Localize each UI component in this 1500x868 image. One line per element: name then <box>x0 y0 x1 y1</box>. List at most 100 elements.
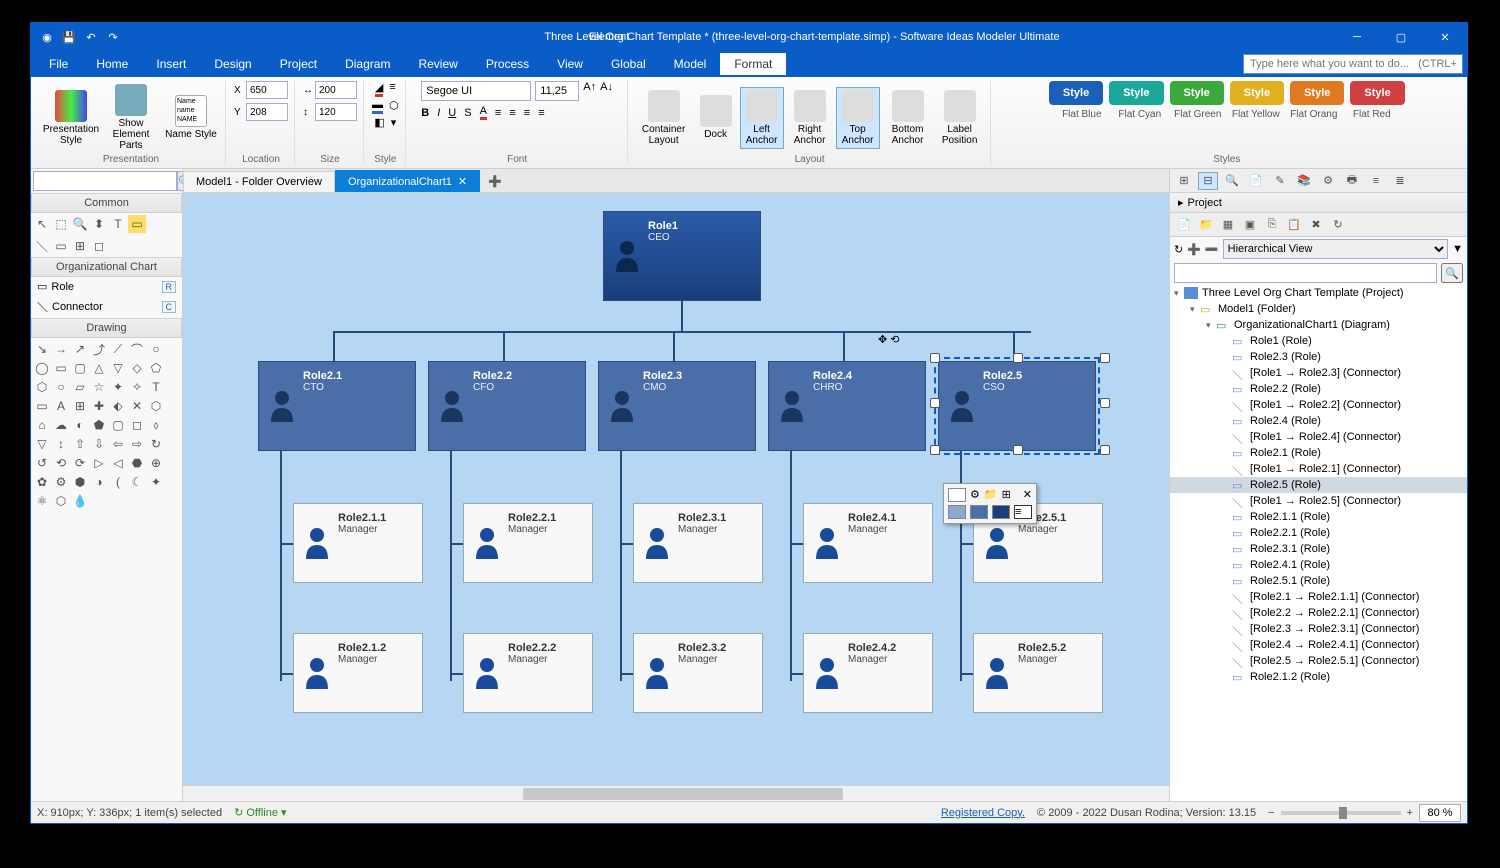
shape-tool-51[interactable]: ⬢ <box>71 473 89 491</box>
menu-file[interactable]: File <box>35 53 82 75</box>
move-icon[interactable]: ✥ <box>878 334 887 346</box>
tree-item[interactable]: ＼[Role2.2 → Role2.2.1] (Connector) <box>1170 605 1467 621</box>
tree-item[interactable]: ▭Role2.2 (Role) <box>1170 381 1467 397</box>
tree-item[interactable]: ▭Role2.3.1 (Role) <box>1170 541 1467 557</box>
shape-tool-10[interactable]: △ <box>90 359 108 377</box>
shape-tool-15[interactable]: ○ <box>52 378 70 396</box>
folder-icon[interactable]: 📁 <box>1196 216 1216 234</box>
tree-root[interactable]: ▾Three Level Org Chart Template (Project… <box>1170 285 1467 301</box>
project-search-input[interactable] <box>1174 263 1437 283</box>
shape-tool-20[interactable]: T <box>147 378 165 396</box>
rect-tool-icon[interactable]: ▭ <box>52 237 70 255</box>
style-chip-1[interactable]: Style <box>1109 81 1163 105</box>
style-chip-4[interactable]: Style <box>1290 81 1344 105</box>
shape-tool-21[interactable]: ▭ <box>33 397 51 415</box>
align-right-icon[interactable]: ≡ <box>524 107 530 119</box>
name-style-button[interactable]: NamenameNAMEName Style <box>163 93 219 142</box>
shape-tool-35[interactable]: ▽ <box>33 435 51 453</box>
tree-item[interactable]: ▾▭OrganizationalChart1 (Diagram) <box>1170 317 1467 333</box>
tree-item[interactable]: ＼[Role2.3 → Role2.3.1] (Connector) <box>1170 621 1467 637</box>
selection-handle[interactable] <box>930 445 940 455</box>
grow-font-icon[interactable]: A↑ <box>583 81 596 101</box>
org-node[interactable]: Role2.2.2Manager <box>463 633 593 713</box>
shape-tool-49[interactable]: ✿ <box>33 473 51 491</box>
close-tab-icon[interactable]: ✕ <box>458 175 467 188</box>
edit-icon[interactable]: ✎ <box>1270 172 1290 190</box>
org-node[interactable]: Role2.1CTO <box>258 361 416 451</box>
shape-tool-1[interactable]: → <box>52 340 70 358</box>
doc-tab[interactable]: OrganizationalChart1✕ <box>335 170 480 192</box>
tree-icon[interactable]: ⊟ <box>1198 172 1218 190</box>
menu-diagram[interactable]: Diagram <box>331 53 404 75</box>
toolbox-search-input[interactable] <box>33 171 177 191</box>
shape-tool-41[interactable]: ↻ <box>147 435 165 453</box>
shape-tool-22[interactable]: A <box>52 397 70 415</box>
props-icon[interactable]: ⚙ <box>970 488 980 502</box>
menu-global[interactable]: Global <box>597 53 660 75</box>
zoom-slider[interactable] <box>1281 811 1401 815</box>
strike-button[interactable]: S <box>464 107 471 119</box>
org-node[interactable]: Role2.3.2Manager <box>633 633 763 713</box>
shape-tool-34[interactable]: ⬨ <box>147 416 165 434</box>
selection-handle[interactable] <box>1100 398 1110 408</box>
dock-button[interactable]: Dock <box>696 93 736 142</box>
zoom-in-button[interactable]: + <box>1407 807 1413 819</box>
pan-tool-icon[interactable]: ⬍ <box>90 215 108 233</box>
new-tab-button[interactable]: ➕ <box>480 171 510 192</box>
shape-tool-46[interactable]: ◁ <box>109 454 127 472</box>
shape-tool-3[interactable]: ⤴ <box>90 340 108 358</box>
shape-tool-48[interactable]: ⊕ <box>147 454 165 472</box>
shape-tool-56[interactable]: ⚛ <box>33 492 51 510</box>
shape-tool-19[interactable]: ✧ <box>128 378 146 396</box>
shape-tool-53[interactable]: ( <box>109 473 127 491</box>
tree-item[interactable]: ＼[Role1 → Role2.3] (Connector) <box>1170 365 1467 381</box>
new-icon[interactable]: 📄 <box>1174 216 1194 234</box>
minimize-button[interactable]: ─ <box>1335 23 1379 51</box>
gear-icon[interactable]: ⚙ <box>1318 172 1338 190</box>
shape-tool-27[interactable]: ⬡ <box>147 397 165 415</box>
selection-handle[interactable] <box>1013 353 1023 363</box>
view-mode-select[interactable]: Hierarchical View <box>1223 239 1448 259</box>
undo-icon[interactable]: ↶ <box>83 29 99 45</box>
close-button[interactable]: ✕ <box>1423 23 1467 51</box>
container-layout-button[interactable]: Container Layout <box>636 88 692 148</box>
find-icon[interactable]: 🔍 <box>1222 172 1242 190</box>
sync-icon[interactable]: ↻ <box>1174 243 1183 256</box>
tree-item[interactable]: ▾▭Model1 (Folder) <box>1170 301 1467 317</box>
line-tool-icon[interactable]: ＼ <box>33 237 51 255</box>
tree-item[interactable]: ▭Role2.1.1 (Role) <box>1170 509 1467 525</box>
grid-icon[interactable]: ⊞ <box>1002 488 1011 502</box>
selection-handle[interactable] <box>930 398 940 408</box>
shape-tool-4[interactable]: ⟋ <box>109 340 127 358</box>
redo-icon[interactable]: ↷ <box>105 29 121 45</box>
font-color-icon[interactable]: A <box>480 105 487 120</box>
rotate-icon[interactable]: ⟲ <box>890 334 899 346</box>
height-input[interactable] <box>315 103 357 121</box>
menu-project[interactable]: Project <box>266 53 331 75</box>
shape-tool-24[interactable]: ✚ <box>90 397 108 415</box>
shape-tool-9[interactable]: ▢ <box>71 359 89 377</box>
shape-tool-32[interactable]: ▢ <box>109 416 127 434</box>
tree-item[interactable]: ▭Role2.3 (Role) <box>1170 349 1467 365</box>
tree-item[interactable]: ＼[Role1 → Role2.5] (Connector) <box>1170 493 1467 509</box>
underline-button[interactable]: U <box>448 107 456 119</box>
zoom-input[interactable] <box>1419 804 1461 822</box>
canvas[interactable]: Role1CEORole2.1CTORole2.2CFORole2.3CMORo… <box>183 193 1169 785</box>
style-chip-3[interactable]: Style <box>1230 81 1284 105</box>
tree-item[interactable]: ▭Role2.5 (Role) <box>1170 477 1467 493</box>
connector-tool[interactable]: ＼ConnectorC <box>31 296 182 318</box>
shape-tool-12[interactable]: ◇ <box>128 359 146 377</box>
view-icon[interactable]: ⊞ <box>1174 172 1194 190</box>
shape-tool-11[interactable]: ▽ <box>109 359 127 377</box>
shape-tool-26[interactable]: ✕ <box>128 397 146 415</box>
delete-icon[interactable]: ✖ <box>1306 216 1326 234</box>
shape-tool-14[interactable]: ⬡ <box>33 378 51 396</box>
paste-icon[interactable]: 📋 <box>1284 216 1304 234</box>
close-popup-icon[interactable]: ✕ <box>1023 488 1032 502</box>
ribbon-search-input[interactable] <box>1243 54 1463 74</box>
org-node[interactable]: Role2.5.2Manager <box>973 633 1103 713</box>
top-anchor-button[interactable]: Top Anchor <box>836 87 880 149</box>
shape-tool-31[interactable]: ⬟ <box>90 416 108 434</box>
add-icon[interactable]: ➕ <box>1187 243 1201 256</box>
fill-color-icon[interactable]: ◢ <box>375 81 383 97</box>
